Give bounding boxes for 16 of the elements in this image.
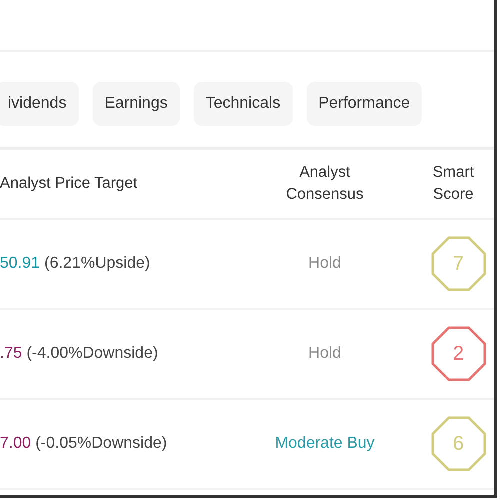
price-target-cell: 7.00 (-0.05%Downside) [0,435,168,452]
column-header[interactable]: Analyst Consensus [280,162,370,206]
column-header[interactable]: Smart Score [428,162,478,206]
price-target-cell: .75 (-4.00%Downside) [0,345,158,362]
column-header[interactable]: Analyst Price Target [0,175,138,192]
smart-score-badge: 7 [430,236,486,292]
consensus-cell: Hold [308,345,342,362]
tab[interactable]: ividends [0,82,79,126]
smart-score-badge: 2 [430,326,486,382]
tab[interactable]: Technicals [194,82,293,126]
price-target-cell: 50.91 (6.21%Upside) [0,255,150,272]
smart-score-badge: 6 [430,416,486,472]
consensus-cell: Moderate Buy [275,435,375,452]
consensus-cell: Hold [308,255,342,272]
tab[interactable]: Earnings [92,82,180,126]
tab[interactable]: Performance [306,82,422,126]
